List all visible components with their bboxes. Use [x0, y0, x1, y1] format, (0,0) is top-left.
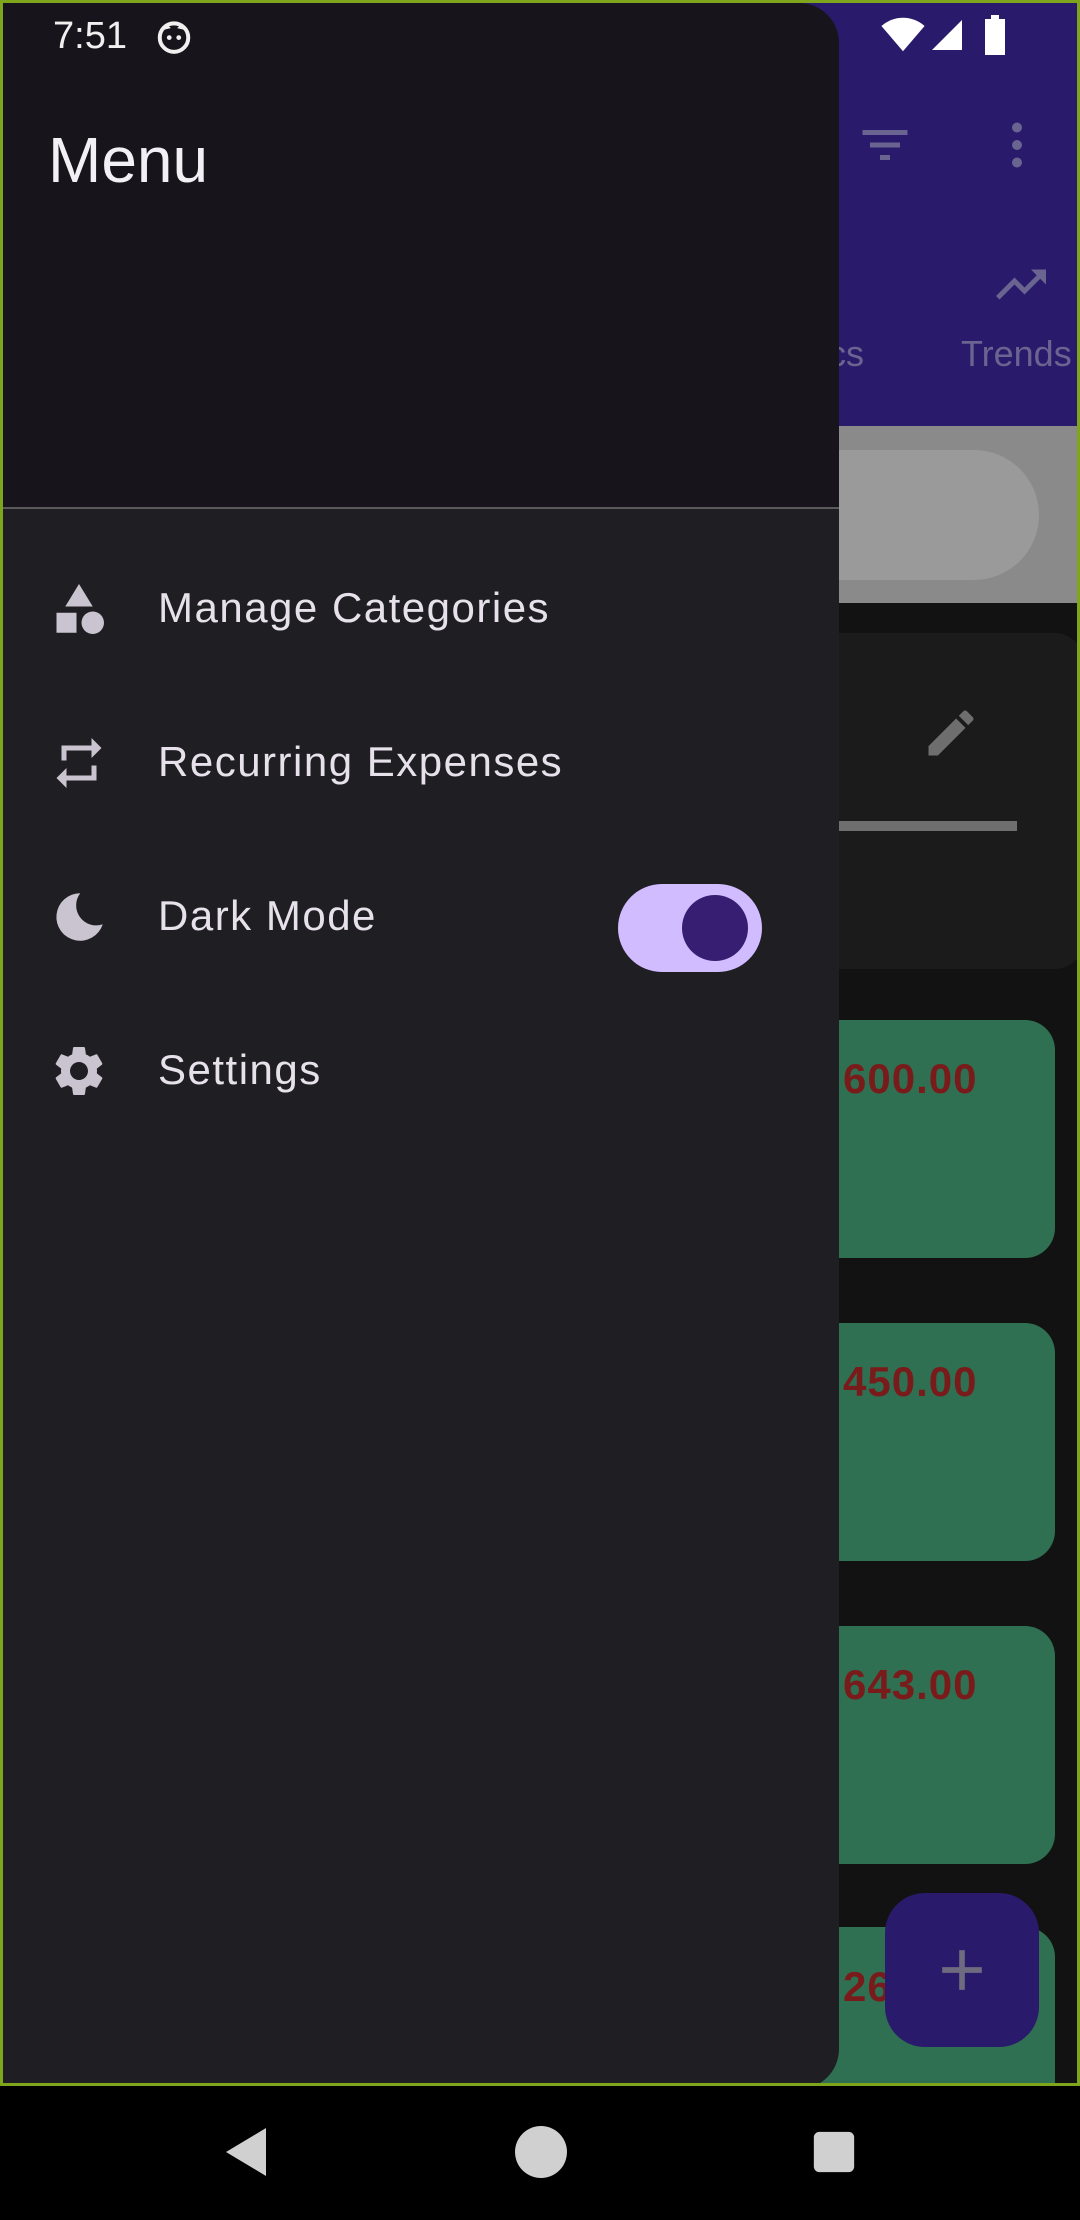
menu-item-label: Manage Categories: [158, 584, 551, 631]
menu-item-label: Recurring Expenses: [158, 738, 564, 785]
wifi-icon: [881, 17, 925, 52]
menu-item-label: Settings: [158, 1046, 322, 1093]
status-time: 7:51: [53, 15, 127, 57]
repeat-icon: [56, 738, 102, 788]
filter-icon[interactable]: [855, 115, 915, 175]
moon-icon: [56, 893, 103, 941]
recents-icon[interactable]: [812, 2130, 856, 2174]
expense-amount: 643.00: [843, 1661, 978, 1708]
tab-trends[interactable]: Trends: [961, 333, 1072, 375]
menu-item-dark-mode[interactable]: Dark Mode: [3, 842, 839, 992]
battery-icon: [985, 15, 1005, 55]
cell-signal-icon: [932, 20, 962, 50]
menu-item-label: Dark Mode: [158, 892, 377, 939]
screen: cs Trends 600.00 450.00 643.00 26 Menu M…: [0, 0, 1080, 2086]
toggle-thumb: [682, 895, 748, 961]
plus-icon: [942, 1950, 982, 1990]
expense-amount: 450.00: [843, 1358, 978, 1405]
back-icon[interactable]: [222, 2124, 270, 2180]
more-vert-icon[interactable]: [987, 115, 1047, 175]
expense-amount: 600.00: [843, 1055, 978, 1102]
gear-icon: [55, 1047, 103, 1095]
status-bar: 7:51: [3, 3, 1077, 69]
trending-up-icon: [996, 269, 1046, 300]
drawer-title: Menu: [48, 124, 209, 196]
menu-item-recurring-expenses[interactable]: Recurring Expenses: [3, 688, 839, 838]
dark-mode-toggle[interactable]: [618, 884, 762, 972]
cat-face-icon: [157, 21, 191, 54]
home-icon[interactable]: [515, 2126, 567, 2178]
navigation-bar: [0, 2086, 1080, 2220]
menu-item-manage-categories[interactable]: Manage Categories: [3, 534, 839, 684]
edit-pencil-icon[interactable]: [921, 703, 981, 763]
navigation-drawer: Menu Manage Categories Recurring Expense…: [3, 3, 839, 2083]
menu-item-settings[interactable]: Settings: [3, 996, 839, 1146]
category-shapes-icon: [56, 584, 104, 634]
drawer-header: Menu: [3, 3, 839, 509]
